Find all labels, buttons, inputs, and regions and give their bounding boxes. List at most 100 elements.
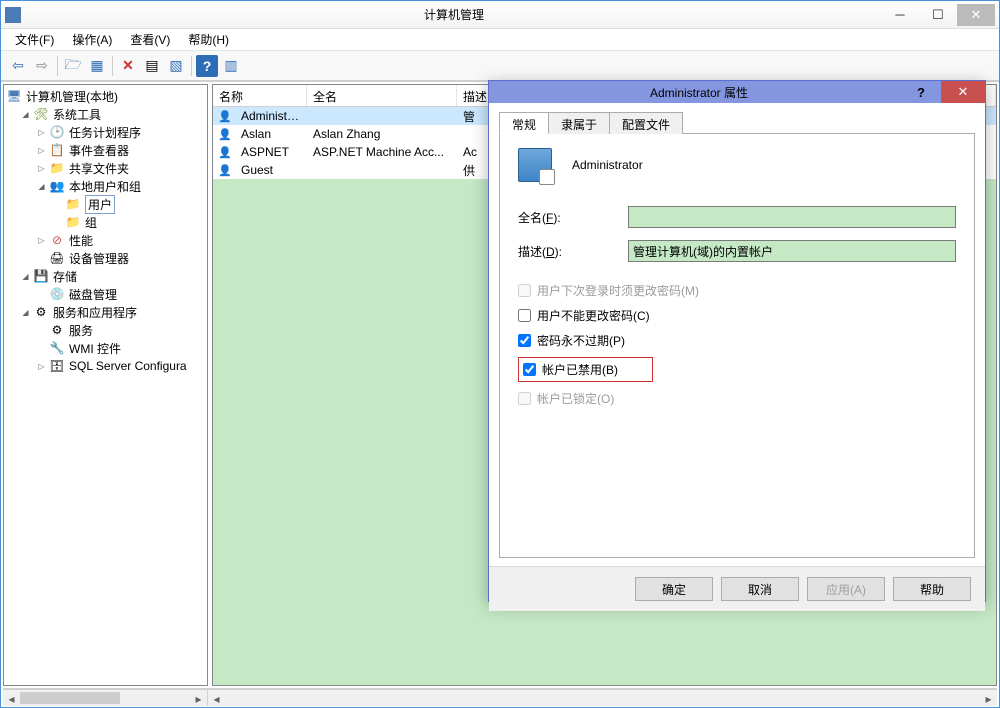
- toolbar: ⇦ ⇨ 🗁 ▦ ✕ ▤ ▧ ? ▥: [1, 51, 999, 81]
- tree-system-tools[interactable]: ◢ 🛠 系统工具: [4, 105, 207, 123]
- tree-root[interactable]: 🖥 计算机管理(本地): [4, 87, 207, 105]
- expander-icon[interactable]: ▷: [36, 235, 47, 246]
- scroll-right-icon[interactable]: ▸: [980, 690, 997, 707]
- tab-profile[interactable]: 配置文件: [609, 112, 683, 134]
- menu-file[interactable]: 文件(F): [7, 29, 62, 50]
- expander-icon[interactable]: ▷: [36, 145, 47, 156]
- tree-storage[interactable]: ◢ 💾 存储: [4, 267, 207, 285]
- back-button[interactable]: ⇦: [7, 55, 29, 77]
- apply-button[interactable]: 应用(A): [807, 577, 885, 601]
- expander-icon[interactable]: ▷: [36, 163, 47, 174]
- check-cannot-change[interactable]: 用户不能更改密码(C): [518, 307, 956, 324]
- perf-icon: ⊘: [49, 232, 65, 248]
- device-icon: 🖨: [49, 250, 65, 266]
- folder-icon: 📁: [49, 160, 65, 176]
- app-icon: [5, 7, 21, 23]
- tree-performance[interactable]: ▷ ⊘ 性能: [4, 231, 207, 249]
- user-icon: 👤: [217, 126, 233, 142]
- tree-wmi-control[interactable]: 🔧 WMI 控件: [4, 339, 207, 357]
- check-locked: 帐户已锁定(O): [518, 390, 956, 407]
- tab-content: Administrator 全名(F): 描述(D): 用户下次登录时须更改密码…: [499, 134, 975, 558]
- ok-button[interactable]: 确定: [635, 577, 713, 601]
- check-must-change: 用户下次登录时须更改密码(M): [518, 282, 956, 299]
- forward-button[interactable]: ⇨: [31, 55, 53, 77]
- tree-users[interactable]: 📁 用户: [4, 195, 207, 213]
- user-icon: 👤: [217, 144, 233, 160]
- menubar: 文件(F) 操作(A) 查看(V) 帮助(H): [1, 29, 999, 51]
- expander-icon[interactable]: ◢: [36, 181, 47, 192]
- tree-services-apps[interactable]: ◢ ⚙ 服务和应用程序: [4, 303, 207, 321]
- user-large-icon: [518, 148, 552, 182]
- user-icon: 👤: [217, 162, 233, 178]
- checkbox-account-disabled[interactable]: [523, 363, 536, 376]
- col-fullname[interactable]: 全名: [307, 85, 457, 106]
- expander-icon[interactable]: ▷: [36, 361, 47, 372]
- tree-task-scheduler[interactable]: ▷ 🕑 任务计划程序: [4, 123, 207, 141]
- checkbox-locked: [518, 392, 531, 405]
- properties-dialog: Administrator 属性 ? ✕ 常规 隶属于 配置文件 Adminis…: [488, 80, 986, 602]
- refresh-button[interactable]: ▥: [220, 55, 242, 77]
- tree-shared-folders[interactable]: ▷ 📁 共享文件夹: [4, 159, 207, 177]
- tab-general[interactable]: 常规: [499, 112, 549, 134]
- check-account-disabled[interactable]: 帐户已禁用(B): [518, 357, 956, 382]
- toolbar-separator: [57, 56, 58, 76]
- scroll-left-icon[interactable]: ◂: [3, 690, 20, 707]
- up-button[interactable]: 🗁: [62, 55, 84, 77]
- help-button[interactable]: 帮助: [893, 577, 971, 601]
- clock-icon: 🕑: [49, 124, 65, 140]
- storage-icon: 💾: [33, 268, 49, 284]
- tree-hscroll[interactable]: ◂ ▸: [3, 689, 208, 706]
- export-button[interactable]: ▧: [165, 55, 187, 77]
- tree-sql-config[interactable]: ▷ 🗄 SQL Server Configura: [4, 357, 207, 375]
- user-icon: 👤: [217, 108, 233, 124]
- fullname-input[interactable]: [628, 206, 956, 228]
- checkbox-cannot-change[interactable]: [518, 309, 531, 322]
- tree-event-viewer[interactable]: ▷ 📋 事件查看器: [4, 141, 207, 159]
- username-display: Administrator: [572, 158, 643, 172]
- col-name[interactable]: 名称: [213, 85, 307, 106]
- minimize-button[interactable]: ─: [881, 4, 919, 26]
- window-title: 计算机管理: [27, 6, 881, 23]
- expander-icon[interactable]: ◢: [20, 307, 31, 318]
- tree-services[interactable]: ⚙ 服务: [4, 321, 207, 339]
- properties-button[interactable]: ▦: [86, 55, 108, 77]
- tree-groups[interactable]: 📁 组: [4, 213, 207, 231]
- tree-device-manager[interactable]: 🖨 设备管理器: [4, 249, 207, 267]
- expander-icon[interactable]: ◢: [20, 109, 31, 120]
- event-icon: 📋: [49, 142, 65, 158]
- tree-local-users-groups[interactable]: ◢ 👥 本地用户和组: [4, 177, 207, 195]
- scroll-thumb[interactable]: [20, 692, 120, 704]
- expander-icon[interactable]: ◢: [20, 271, 31, 282]
- tab-memberof[interactable]: 隶属于: [548, 112, 610, 134]
- close-button[interactable]: ✕: [957, 4, 995, 26]
- dialog-title: Administrator 属性: [497, 84, 901, 101]
- help-button[interactable]: ?: [196, 55, 218, 77]
- maximize-button[interactable]: ☐: [919, 4, 957, 26]
- dialog-body: 常规 隶属于 配置文件 Administrator 全名(F): 描述(D): …: [489, 103, 985, 566]
- scroll-right-icon[interactable]: ▸: [190, 690, 207, 707]
- cancel-button[interactable]: 取消: [721, 577, 799, 601]
- services-icon: ⚙: [33, 304, 49, 320]
- delete-button[interactable]: ✕: [117, 55, 139, 77]
- checkbox-must-change: [518, 284, 531, 297]
- description-input[interactable]: [628, 240, 956, 262]
- dialog-help-button[interactable]: ?: [901, 81, 941, 103]
- expander-icon[interactable]: ▷: [36, 127, 47, 138]
- titlebar: 计算机管理 ─ ☐ ✕: [1, 1, 999, 29]
- dialog-close-button[interactable]: ✕: [941, 81, 985, 103]
- menu-help[interactable]: 帮助(H): [180, 29, 237, 50]
- list-hscroll[interactable]: ◂ ▸: [208, 689, 997, 706]
- menu-action[interactable]: 操作(A): [64, 29, 120, 50]
- folder-icon: 📁: [65, 214, 81, 230]
- dialog-titlebar[interactable]: Administrator 属性 ? ✕: [489, 81, 985, 103]
- users-icon: 👥: [49, 178, 65, 194]
- check-never-expires[interactable]: 密码永不过期(P): [518, 332, 956, 349]
- gear-icon: ⚙: [49, 322, 65, 338]
- checkbox-never-expires[interactable]: [518, 334, 531, 347]
- tree-disk-management[interactable]: 💿 磁盘管理: [4, 285, 207, 303]
- dialog-button-bar: 确定 取消 应用(A) 帮助: [489, 566, 985, 611]
- menu-view[interactable]: 查看(V): [122, 29, 178, 50]
- copy-button[interactable]: ▤: [141, 55, 163, 77]
- tree-panel[interactable]: 🖥 计算机管理(本地) ◢ 🛠 系统工具 ▷ 🕑 任务计划程序 ▷ 📋 事件查看…: [3, 84, 208, 686]
- scroll-left-icon[interactable]: ◂: [208, 690, 225, 707]
